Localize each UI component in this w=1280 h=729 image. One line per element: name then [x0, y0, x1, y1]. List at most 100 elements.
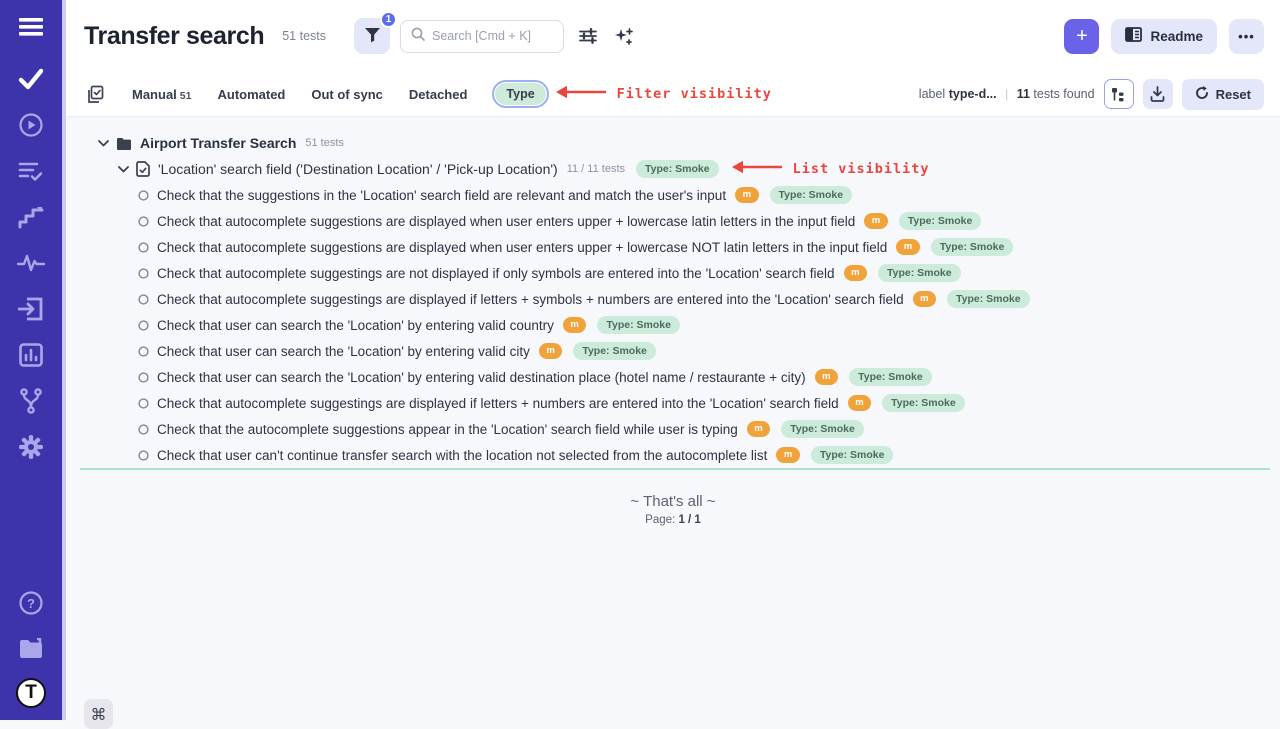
test-title[interactable]: Check that user can search the 'Location…: [157, 370, 806, 385]
chevron-down-icon[interactable]: [98, 140, 109, 147]
end-of-list-text: ~ That's all ~: [66, 493, 1280, 510]
manual-badge: m: [563, 317, 586, 332]
readme-book-icon: [1125, 27, 1142, 45]
test-title[interactable]: Check that autocomplete suggestings are …: [157, 396, 839, 411]
test-row[interactable]: Check that autocomplete suggestings are …: [66, 260, 1280, 286]
search-input[interactable]: [432, 29, 550, 43]
test-title[interactable]: Check that user can search the 'Location…: [157, 344, 530, 359]
test-row[interactable]: Check that user can search the 'Location…: [66, 364, 1280, 390]
reset-filters-button[interactable]: Reset: [1182, 79, 1264, 110]
search-box[interactable]: [400, 20, 564, 53]
more-actions-button[interactable]: •••: [1229, 19, 1264, 54]
suite-row[interactable]: 'Location' search field ('Destination Lo…: [66, 156, 1280, 182]
filter-button[interactable]: 1: [354, 18, 390, 54]
manual-badge: m: [896, 239, 919, 254]
chevron-down-icon[interactable]: [118, 166, 129, 173]
columns-settings-icon[interactable]: [577, 25, 599, 47]
import-icon[interactable]: [11, 292, 51, 326]
app-logo[interactable]: T: [16, 678, 46, 708]
folder-row[interactable]: Airport Transfer Search 51 tests: [66, 130, 1280, 156]
funnel-icon: [364, 27, 381, 46]
tree-view-button[interactable]: [1104, 79, 1134, 109]
test-title[interactable]: Check that the autocomplete suggestions …: [157, 422, 738, 437]
divider: |: [1005, 87, 1008, 101]
test-row[interactable]: Check that autocomplete suggestions are …: [66, 234, 1280, 260]
test-row[interactable]: Check that user can search the 'Location…: [66, 338, 1280, 364]
reports-chart-icon[interactable]: [11, 338, 51, 372]
test-row[interactable]: Check that autocomplete suggestions are …: [66, 208, 1280, 234]
type-smoke-badge: Type: Smoke: [931, 238, 1014, 256]
test-title[interactable]: Check that autocomplete suggestings are …: [157, 292, 904, 307]
test-row[interactable]: Check that the autocomplete suggestions …: [66, 416, 1280, 442]
filter-count-badge: 1: [380, 11, 397, 28]
command-shortcuts-button[interactable]: ⌘: [84, 699, 113, 729]
type-smoke-badge: Type: Smoke: [770, 186, 853, 204]
tests-found-suffix: tests found: [1033, 87, 1094, 101]
manual-badge: m: [844, 265, 867, 280]
list-visibility-label: List visibility: [793, 161, 930, 177]
type-smoke-badge: Type: Smoke: [878, 264, 961, 282]
folder-tests-count: 51 tests: [305, 137, 344, 149]
label-value: type-d...: [949, 87, 997, 101]
readme-label: Readme: [1150, 29, 1203, 44]
readme-button[interactable]: Readme: [1111, 19, 1217, 54]
tab-out-of-sync[interactable]: Out of sync: [311, 87, 383, 102]
tab-detached[interactable]: Detached: [409, 87, 468, 102]
type-smoke-badge: Type: Smoke: [947, 290, 1030, 308]
test-tree: Airport Transfer Search 51 tests 'Locati…: [66, 117, 1280, 720]
plans-list-check-icon[interactable]: [11, 154, 51, 188]
filter-visibility-annotation: Filter visibility: [556, 85, 772, 104]
label-prefix: label: [919, 87, 945, 101]
test-title[interactable]: Check that autocomplete suggestions are …: [157, 240, 887, 255]
type-smoke-badge: Type: Smoke: [781, 420, 864, 438]
manual-badge: m: [913, 291, 936, 306]
runs-play-icon[interactable]: [11, 108, 51, 142]
menu-icon[interactable]: [11, 10, 51, 44]
ai-sparkles-icon[interactable]: [612, 25, 634, 47]
type-filter-chip[interactable]: Type: [495, 83, 545, 105]
sidebar-scrollbar[interactable]: [62, 0, 66, 720]
test-row[interactable]: Check that autocomplete suggestings are …: [66, 390, 1280, 416]
test-title[interactable]: Check that the suggestions in the 'Locat…: [157, 188, 726, 203]
tests-check-icon[interactable]: [11, 62, 51, 96]
status-circle-icon: [138, 320, 149, 331]
test-row[interactable]: Check that autocomplete suggestings are …: [66, 286, 1280, 312]
test-row[interactable]: Check that the suggestions in the 'Locat…: [66, 182, 1280, 208]
folder-title[interactable]: Airport Transfer Search: [140, 135, 296, 151]
tab-automated[interactable]: Automated: [217, 87, 285, 102]
test-title[interactable]: Check that autocomplete suggestions are …: [157, 214, 855, 229]
tab-manual-count: 51: [180, 90, 192, 102]
manual-badge: m: [776, 447, 799, 462]
manual-badge: m: [539, 343, 562, 358]
filter-visibility-label: Filter visibility: [617, 86, 772, 102]
refresh-icon: [1195, 86, 1209, 103]
test-title[interactable]: Check that autocomplete suggestings are …: [157, 266, 835, 281]
test-row[interactable]: Check that user can't continue transfer …: [66, 442, 1280, 468]
sidebar-nav: [11, 62, 51, 464]
manual-badge: m: [747, 421, 770, 436]
help-icon[interactable]: ?: [11, 586, 51, 620]
status-circle-icon: [138, 190, 149, 201]
status-circle-icon: [138, 372, 149, 383]
suite-title[interactable]: 'Location' search field ('Destination Lo…: [158, 161, 558, 177]
settings-gear-icon[interactable]: [11, 430, 51, 464]
type-smoke-badge: Type: Smoke: [849, 368, 932, 386]
topbar: Transfer search 51 tests 1 +: [66, 0, 1280, 72]
tab-manual[interactable]: Manual51: [132, 87, 191, 102]
test-title[interactable]: Check that user can't continue transfer …: [157, 448, 767, 463]
sidebar: ? T: [0, 0, 62, 720]
status-circle-icon: [138, 424, 149, 435]
pulse-icon[interactable]: [11, 246, 51, 280]
test-row[interactable]: Check that user can search the 'Location…: [66, 312, 1280, 338]
integrations-branch-icon[interactable]: [11, 384, 51, 418]
test-title[interactable]: Check that user can search the 'Location…: [157, 318, 554, 333]
manual-badge: m: [864, 213, 887, 228]
manual-badge: m: [735, 187, 758, 202]
sidebar-bottom: ? T: [11, 586, 51, 720]
milestones-steps-icon[interactable]: [11, 200, 51, 234]
type-smoke-badge: Type: Smoke: [899, 212, 982, 230]
export-download-button[interactable]: [1143, 79, 1173, 109]
select-all-icon[interactable]: [84, 83, 106, 105]
docs-folder-icon[interactable]: [11, 632, 51, 666]
create-test-button[interactable]: +: [1064, 19, 1099, 54]
